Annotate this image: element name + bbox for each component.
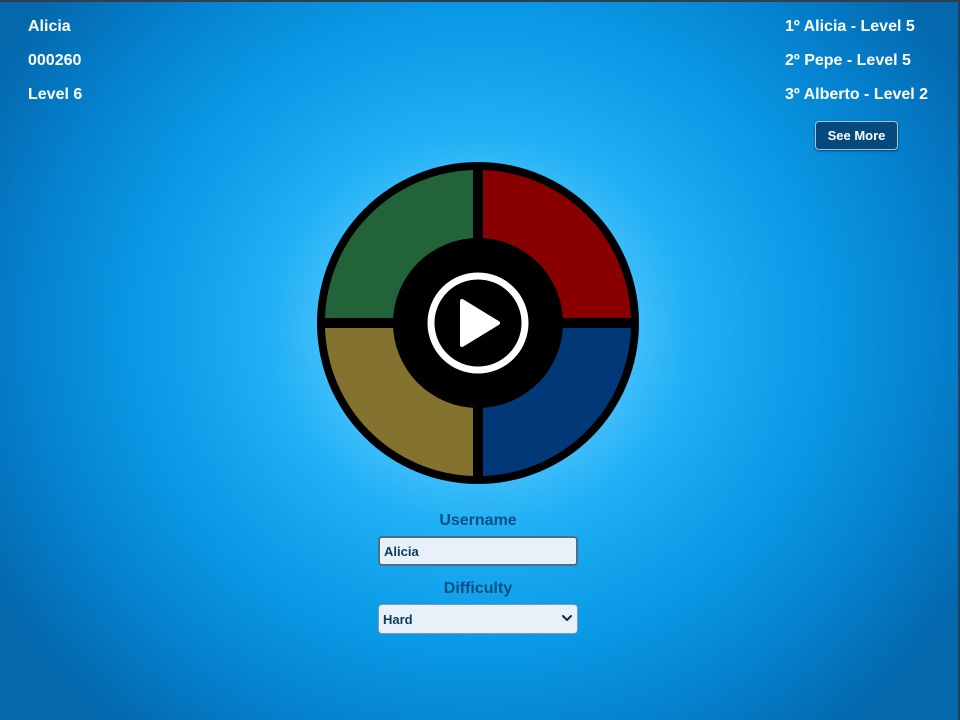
window-top-border	[0, 0, 960, 2]
simon-game-board	[317, 162, 639, 484]
player-level: Level 6	[28, 86, 83, 103]
difficulty-label: Difficulty	[443, 580, 513, 597]
see-more-button[interactable]: See More	[815, 121, 898, 150]
player-name: Alicia	[28, 18, 71, 35]
leaderboard: 1º Alicia - Level 5 2º Pepe - Level 5 3º…	[785, 18, 928, 120]
player-score: 000260	[28, 52, 82, 69]
chevron-down-icon	[562, 615, 572, 621]
simon-board-svg	[317, 162, 639, 484]
leaderboard-rank-3: 3º Alberto - Level 2	[785, 86, 929, 103]
username-label: Username	[439, 512, 517, 529]
leaderboard-rank-2: 2º Pepe - Level 5	[785, 52, 911, 69]
difficulty-select[interactable]: Hard	[378, 604, 578, 634]
leaderboard-rank-1: 1º Alicia - Level 5	[785, 18, 915, 35]
username-input[interactable]	[378, 536, 578, 566]
player-info: Alicia 000260 Level 6	[28, 18, 82, 120]
